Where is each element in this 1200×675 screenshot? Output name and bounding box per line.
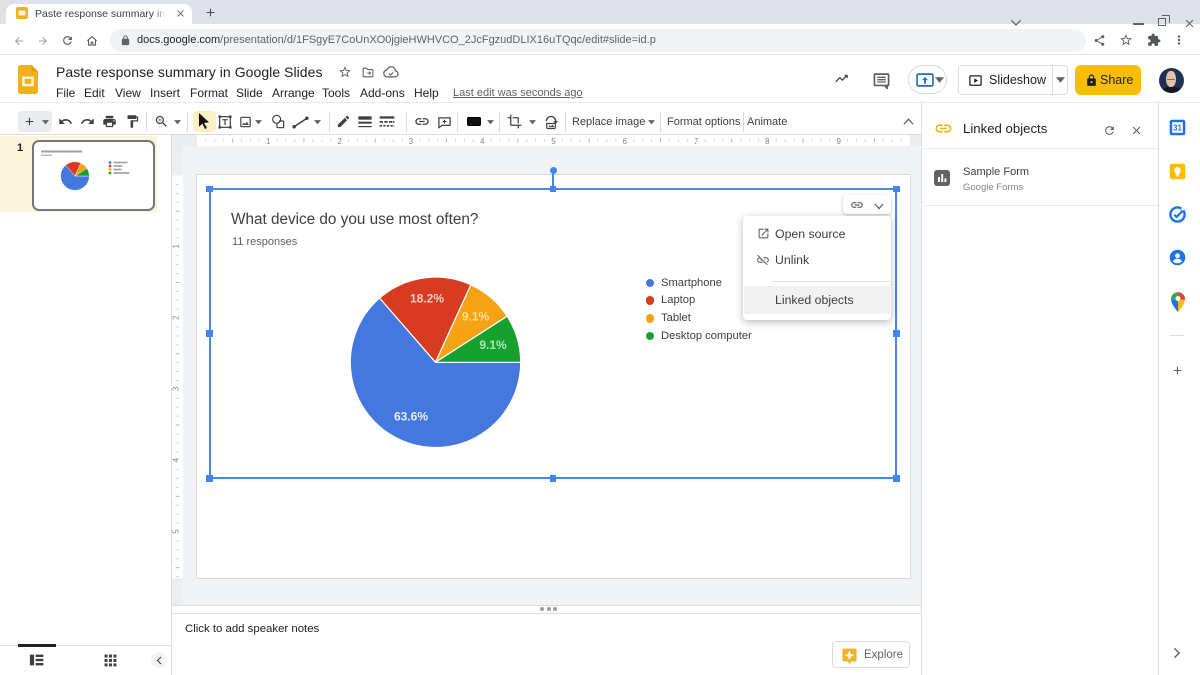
svg-text:2: 2: [172, 315, 181, 320]
svg-text:63.6%: 63.6%: [394, 410, 428, 424]
svg-text:4: 4: [480, 137, 485, 146]
svg-text:3: 3: [172, 386, 181, 391]
svg-text:9.1%: 9.1%: [479, 338, 507, 352]
svg-text:2: 2: [337, 137, 342, 146]
svg-text:6: 6: [623, 137, 628, 146]
svg-text:5: 5: [172, 529, 181, 534]
svg-text:3: 3: [409, 137, 414, 146]
svg-text:8: 8: [765, 137, 770, 146]
svg-text:18.2%: 18.2%: [410, 292, 444, 306]
svg-text:9.1%: 9.1%: [462, 310, 490, 324]
svg-text:1: 1: [266, 137, 271, 146]
svg-text:5: 5: [551, 137, 556, 146]
svg-text:4: 4: [172, 457, 181, 462]
svg-text:9: 9: [836, 137, 841, 146]
svg-text:31: 31: [1173, 124, 1182, 133]
svg-text:7: 7: [694, 137, 699, 146]
svg-text:1: 1: [172, 244, 181, 249]
